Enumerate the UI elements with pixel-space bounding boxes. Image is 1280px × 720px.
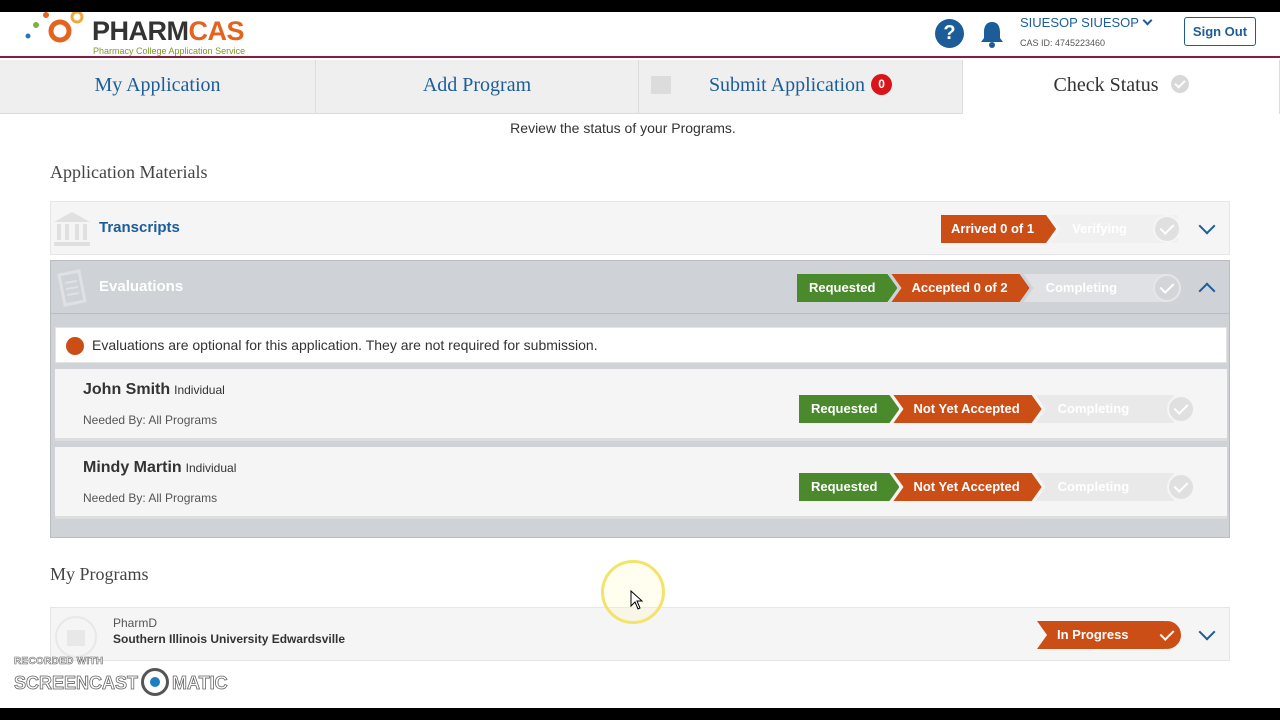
status-requested: Requested [799,473,899,501]
screencast-logo-icon [141,668,170,696]
completing-check-icon [1153,274,1181,302]
submit-bg-icon [651,76,671,94]
program-institution: Southern Illinois University Edwardsvill… [113,632,346,646]
completing-check-icon [1167,473,1195,501]
status-not-yet-accepted: Not Yet Accepted [893,473,1041,501]
logo-tagline: Pharmacy College Application Service [93,46,246,56]
completing-check-icon [1167,395,1195,423]
notice-text: Evaluations are optional for this applic… [92,337,598,353]
tab-label: Add Program [422,74,532,96]
watermark-small-text: RECORDED WITH [14,656,104,668]
app-window: PHARMCAS Pharmacy College Application Se… [0,12,1280,708]
evaluator-type: Individual [174,383,225,397]
logo-dots-icon [25,12,84,43]
tab-add-program[interactable]: Add Program [316,60,639,114]
evaluator-name-line: John Smith Individual [83,381,225,399]
cas-id-label: CAS ID: 4745223460 [1020,38,1106,48]
evaluations-panel: Evaluations Requested Accepted 0 of 2 Co… [50,260,1230,538]
institution-icon [54,212,90,246]
in-progress-check-icon [1153,621,1181,649]
chevron-down-icon[interactable] [1199,626,1213,640]
tab-label: My Application [94,74,221,96]
evaluator-row[interactable]: John Smith Individual Needed By: All Prog… [55,369,1227,441]
evaluator-name: Mindy Martin [83,459,182,476]
my-programs-heading: My Programs [50,564,149,584]
status-arrived: Arrived 0 of 1 [941,215,1056,243]
logo-cas-part: CAS [188,16,245,46]
status-completing: Completing [1035,473,1174,501]
evaluator-name: John Smith [83,381,171,398]
program-degree: PharmD [113,616,158,630]
evaluator-status-track: Requested Not Yet Accepted Completing [799,473,1174,501]
sign-out-button[interactable]: Sign Out [1184,17,1256,46]
help-icon[interactable]: ? [935,19,964,48]
notification-bell-icon[interactable] [979,19,1005,49]
evaluations-optional-notice: Evaluations are optional for this applic… [55,327,1227,363]
evaluator-row[interactable]: Mindy Martin Individual Needed By: All Pr… [55,447,1227,519]
user-menu[interactable]: SIUESOP SIUESOP [1020,15,1153,30]
status-requested: Requested [797,274,897,302]
user-name-label: SIUESOP SIUESOP [1020,15,1139,30]
evaluations-status-track: Requested Accepted 0 of 2 Completing [797,274,1166,302]
main-tabs: My Application Add Program Submit Applic… [0,60,1280,114]
transcripts-row[interactable]: Transcripts Arrived 0 of 1 Verifying [50,201,1230,255]
watermark-right: MATIC [172,672,228,693]
needed-by-label: Needed By: All Programs [83,491,218,505]
evaluations-row[interactable]: Evaluations Requested Accepted 0 of 2 Co… [50,260,1230,314]
tab-my-application[interactable]: My Application [0,60,316,114]
status-requested: Requested [799,395,899,423]
watermark-left: SCREENCAST [14,672,139,693]
top-header: PHARMCAS Pharmacy College Application Se… [0,12,1280,58]
watermark-big-text: SCREENCAST MATIC [14,668,228,698]
pharmcas-logo[interactable]: PHARMCAS Pharmacy College Application Se… [22,12,272,58]
application-materials-heading: Application Materials [50,162,208,182]
verified-check-icon [1153,215,1181,243]
chevron-down-icon [1142,15,1153,26]
page-subtitle: Review the status of your Programs. [510,120,736,136]
evaluator-type: Individual [185,461,237,475]
tab-label: Check Status [1053,74,1159,96]
logo-wordmark: PHARMCAS [92,16,245,46]
check-circle-icon [1170,75,1189,94]
tab-submit-application[interactable]: Submit Application 0 [639,60,963,114]
mouse-pointer-icon [630,590,644,610]
tab-check-status[interactable]: Check Status [963,60,1280,114]
transcripts-panel: Transcripts Arrived 0 of 1 Verifying [50,201,1230,255]
chevron-up-icon[interactable] [1199,279,1213,293]
transcripts-label: Transcripts [99,219,180,236]
evaluations-label: Evaluations [99,278,184,295]
evaluator-name-line: Mindy Martin Individual [83,459,236,477]
evaluator-status-track: Requested Not Yet Accepted Completing [799,395,1174,423]
status-not-yet-accepted: Not Yet Accepted [893,395,1041,423]
tab-label: Submit Application [708,74,866,96]
chevron-down-icon[interactable] [1199,220,1213,234]
document-icon [57,269,87,307]
submit-count-badge: 0 [871,73,893,95]
status-completing: Completing [1035,395,1174,423]
status-accepted: Accepted 0 of 2 [891,274,1029,302]
screencast-watermark: RECORDED WITH SCREENCAST MATIC [14,652,234,702]
needed-by-label: Needed By: All Programs [83,413,218,427]
status-completing: Completing [1023,274,1166,302]
info-dot-icon [66,337,84,355]
transcripts-status-track: Arrived 0 of 1 Verifying [941,215,1179,243]
